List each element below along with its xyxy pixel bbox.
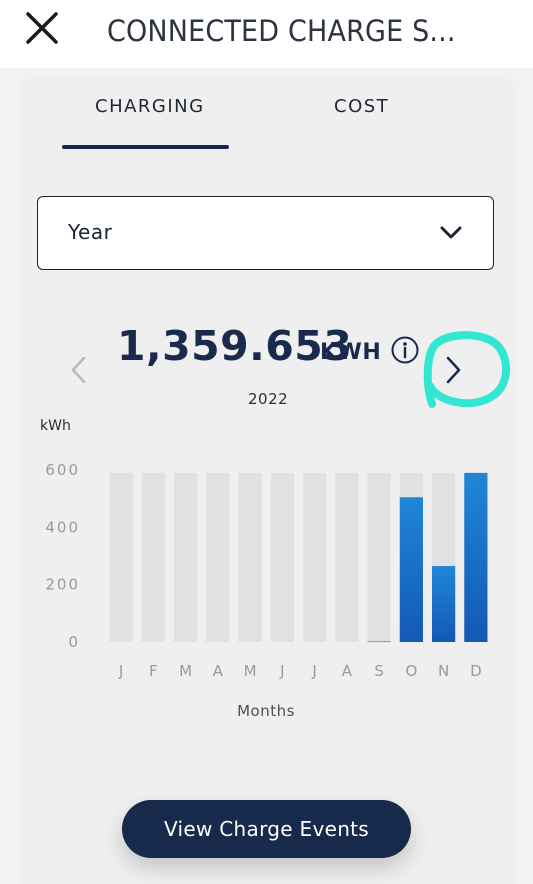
chevron-down-icon	[440, 226, 462, 239]
bar-background	[270, 472, 294, 642]
bar-12[interactable]	[464, 472, 488, 642]
period-dropdown-value: Year	[68, 220, 113, 244]
info-icon[interactable]	[390, 335, 420, 365]
x-tick-label: O	[405, 662, 417, 680]
bar-background	[174, 472, 198, 642]
x-tick-label: M	[244, 662, 257, 680]
bar-10[interactable]	[399, 497, 423, 642]
close-icon[interactable]	[24, 10, 60, 46]
bar-11[interactable]	[432, 566, 456, 642]
bar-background	[238, 472, 262, 642]
total-energy-value: 1,359.653	[117, 322, 353, 370]
chevron-right-icon[interactable]	[438, 352, 468, 388]
y-axis-label: kWh	[40, 418, 71, 434]
page-title: CONNECTED CHARGE S...	[107, 14, 456, 48]
bar-background	[109, 472, 133, 642]
x-tick-label: F	[149, 662, 158, 680]
top-bar: CONNECTED CHARGE S...	[0, 0, 533, 68]
tab-charging[interactable]: CHARGING	[95, 96, 205, 117]
close-button[interactable]	[18, 8, 66, 48]
bar-background	[367, 472, 391, 642]
bar-background	[206, 472, 230, 642]
x-tick-label: N	[438, 662, 449, 680]
monthly-energy-chart: kWh 0 200 400 600 J F M A M J J A S O N D Months	[30, 410, 510, 730]
x-tick-label: J	[118, 662, 123, 680]
period-dropdown[interactable]: Year	[37, 196, 494, 270]
bar-9[interactable]	[367, 641, 391, 643]
active-tab-indicator	[62, 145, 229, 149]
chevron-left-icon[interactable]	[64, 352, 94, 388]
y-tick-label: 600	[45, 461, 80, 479]
bar-background	[303, 472, 327, 642]
x-tick-label: S	[374, 662, 384, 680]
total-energy-unit: KWH	[320, 340, 382, 365]
x-axis-label: Months	[237, 702, 295, 720]
bar-background	[335, 472, 359, 642]
tab-cost[interactable]: COST	[334, 96, 389, 117]
x-tick-label: J	[279, 662, 284, 680]
x-tick-label: A	[213, 662, 224, 680]
y-tick-label: 400	[45, 518, 80, 536]
chart-svg: kWh 0 200 400 600 J F M A M J J A S O N D Months	[40, 418, 488, 720]
x-tick-label: M	[179, 662, 192, 680]
x-tick-label: J	[311, 662, 316, 680]
view-charge-events-button[interactable]: View Charge Events	[122, 800, 411, 858]
y-tick-label: 0	[68, 633, 80, 651]
selected-year: 2022	[248, 390, 289, 408]
bar-background	[141, 472, 165, 642]
x-tick-label: D	[470, 662, 482, 680]
y-tick-label: 200	[45, 576, 80, 594]
x-tick-label: A	[342, 662, 353, 680]
